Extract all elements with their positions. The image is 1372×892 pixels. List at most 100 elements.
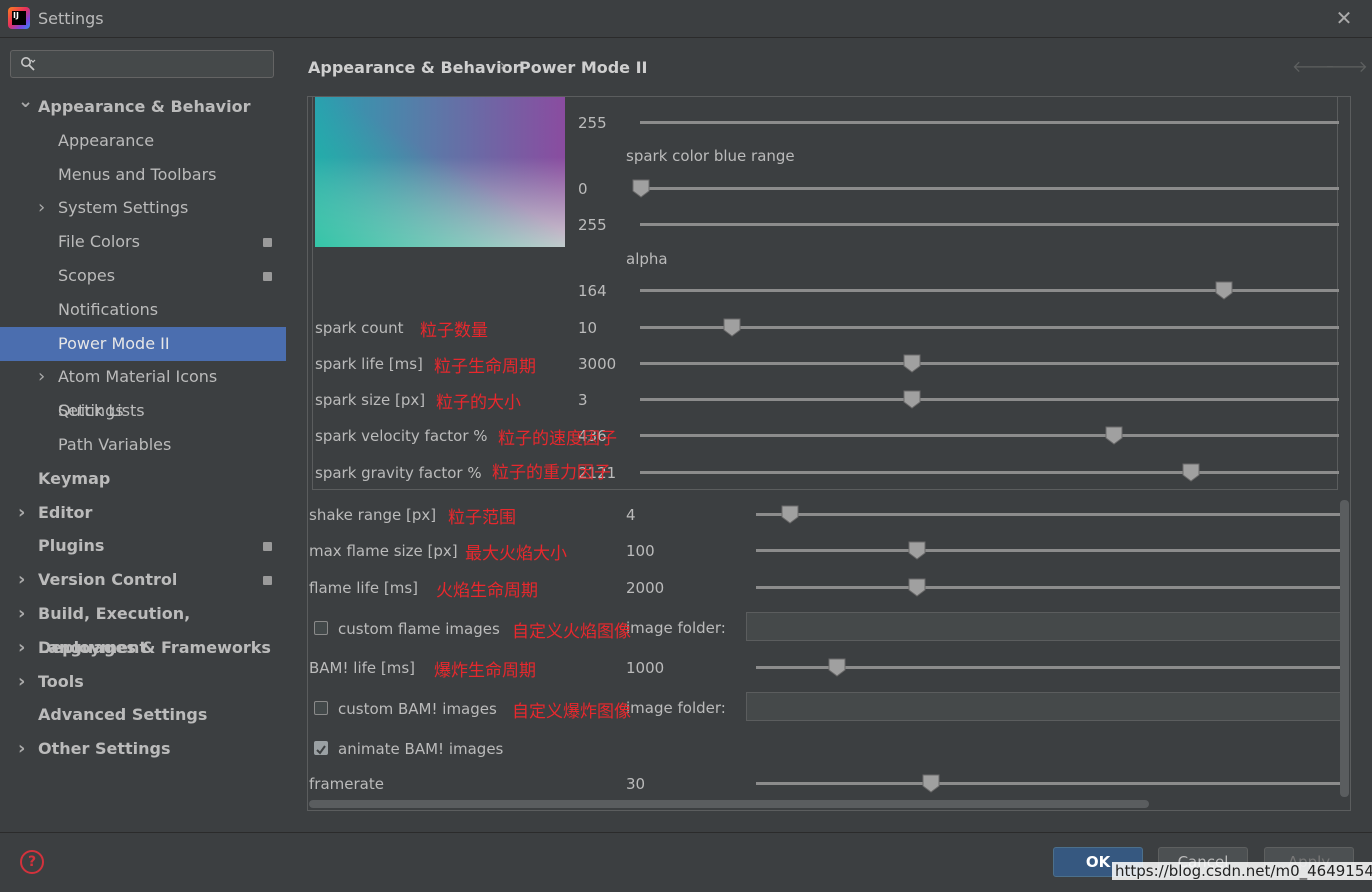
chevron-right-icon[interactable]: › [18, 631, 25, 665]
framerate-slider-thumb[interactable] [922, 774, 940, 793]
horizontal-scrollbar[interactable] [309, 800, 1149, 808]
spark-life-note: 粒子生命周期 [434, 357, 536, 377]
bam-folder-field[interactable] [746, 692, 1342, 721]
chevron-down-icon[interactable]: ⌄ [18, 85, 33, 119]
intellij-logo-icon: IJ [8, 7, 30, 29]
bam-folder-label: image folder: [626, 699, 726, 717]
chevron-right-icon[interactable]: › [18, 665, 25, 699]
spark-life-value: 3000 [578, 355, 617, 373]
flame-life-slider-track[interactable] [756, 586, 1340, 589]
project-badge-icon [263, 238, 272, 247]
sidebar-item-label: Scopes [58, 266, 116, 285]
flame-life-label: flame life [ms] [309, 579, 418, 597]
shake-range-slider-thumb[interactable] [781, 505, 799, 524]
spark-size-slider-thumb[interactable] [903, 390, 921, 409]
custom-flame-note: 自定义火焰图像 [512, 622, 631, 642]
bam-life-label: BAM! life [ms] [309, 659, 416, 677]
chevron-right-icon[interactable]: › [18, 563, 25, 597]
alpha-slider-track[interactable] [640, 289, 1339, 292]
green-max-value: 255 [578, 114, 607, 132]
sidebar-item-path-variables[interactable]: Path Variables [0, 428, 286, 462]
sidebar-item-editor[interactable]: › Editor [0, 496, 286, 530]
checkmark-icon [316, 745, 326, 755]
spark-velocity-slider-thumb[interactable] [1105, 426, 1123, 445]
vertical-scrollbar[interactable] [1340, 500, 1349, 797]
sidebar-item-notifications[interactable]: Notifications [0, 293, 286, 327]
blue-max-slider-track[interactable] [640, 223, 1339, 226]
spark-gravity-slider-track[interactable] [640, 471, 1339, 474]
sidebar-item-atom-material-icons-settings[interactable]: › Atom Material Icons Settings [0, 360, 286, 420]
sidebar-item-label: Quick Lists [58, 401, 145, 420]
spark-life-slider-track[interactable] [640, 362, 1339, 365]
blue-min-slider-track[interactable] [640, 187, 1339, 190]
sidebar-item-label: Power Mode II [58, 334, 170, 353]
spark-size-value: 3 [578, 391, 588, 409]
sidebar-item-other-settings[interactable]: › Other Settings [0, 732, 286, 766]
spark-gravity-slider-thumb[interactable] [1182, 463, 1200, 482]
flame-folder-field[interactable] [746, 612, 1342, 641]
sidebar-item-scopes[interactable]: Scopes [0, 259, 286, 293]
sidebar-item-advanced-settings[interactable]: Advanced Settings [0, 698, 286, 732]
sidebar-item-quick-lists[interactable]: Quick Lists [0, 394, 286, 428]
spark-size-slider-track[interactable] [640, 398, 1339, 401]
color-preview-swatch [315, 97, 565, 247]
help-icon[interactable]: ? [20, 850, 44, 874]
max-flame-size-slider-track[interactable] [756, 549, 1340, 552]
sidebar-item-plugins[interactable]: Plugins [0, 529, 286, 563]
sidebar-item-label: Languages & Frameworks [38, 638, 271, 657]
framerate-slider-track[interactable] [756, 782, 1340, 785]
custom-bam-label[interactable]: custom BAM! images [338, 700, 497, 718]
sidebar-item-label: Path Variables [58, 435, 172, 454]
animate-bam-label[interactable]: animate BAM! images [338, 740, 503, 758]
chevron-right-icon[interactable]: › [18, 732, 25, 766]
flame-life-slider-thumb[interactable] [908, 578, 926, 597]
framerate-value: 30 [626, 775, 646, 793]
forward-arrow-icon[interactable]: 🡒 [1325, 56, 1368, 76]
sidebar-item-system-settings[interactable]: › System Settings [0, 191, 286, 225]
sidebar-item-version-control[interactable]: › Version Control [0, 563, 286, 597]
sidebar-item-menus-and-toolbars[interactable]: Menus and Toolbars [0, 158, 286, 192]
spark-gravity-label: spark gravity factor % [315, 464, 482, 482]
sidebar-item-file-colors[interactable]: File Colors [0, 225, 286, 259]
logo-text: IJ [12, 11, 26, 25]
spark-velocity-slider-track[interactable] [640, 434, 1339, 437]
max-flame-size-slider-thumb[interactable] [908, 541, 926, 560]
sidebar-item-label: Advanced Settings [38, 705, 208, 724]
sidebar-item-languages-frameworks[interactable]: › Languages & Frameworks [0, 631, 286, 665]
spark-count-value: 10 [578, 319, 598, 337]
custom-bam-checkbox[interactable] [314, 701, 328, 715]
close-icon[interactable]: ✕ [1332, 6, 1356, 30]
alpha-slider-thumb[interactable] [1215, 281, 1233, 300]
spark-count-slider-track[interactable] [640, 326, 1339, 329]
chevron-right-icon[interactable]: › [18, 496, 25, 530]
search-icon [21, 57, 36, 71]
sidebar-item-power-mode-ii[interactable]: Power Mode II [0, 327, 286, 361]
sidebar-item-tools[interactable]: › Tools [0, 665, 286, 699]
bam-life-slider-thumb[interactable] [828, 658, 846, 677]
blue-min-slider-thumb[interactable] [632, 179, 650, 198]
spark-life-slider-thumb[interactable] [903, 354, 921, 373]
shake-range-slider-track[interactable] [756, 513, 1340, 516]
shake-range-value: 4 [626, 506, 636, 524]
animate-bam-checkbox[interactable] [314, 741, 328, 755]
spark-count-label: spark count [315, 319, 404, 337]
custom-flame-checkbox[interactable] [314, 621, 328, 635]
custom-flame-label[interactable]: custom flame images [338, 620, 500, 638]
alpha-value: 164 [578, 282, 607, 300]
spark-count-slider-thumb[interactable] [723, 318, 741, 337]
sidebar-item-label: Editor [38, 503, 93, 522]
sidebar-item-build-execution-deployment[interactable]: › Build, Execution, Deployment [0, 597, 286, 657]
chevron-right-icon[interactable]: › [18, 597, 25, 631]
chevron-right-icon[interactable]: › [38, 191, 45, 225]
breadcrumb-parent[interactable]: Appearance & Behavior [308, 58, 520, 77]
sidebar-item-appearance-behavior[interactable]: ⌄ Appearance & Behavior [0, 90, 286, 124]
blue-max-value: 255 [578, 216, 607, 234]
sidebar-item-keymap[interactable]: Keymap [0, 462, 286, 496]
search-input[interactable] [10, 50, 274, 78]
sidebar-item-label: File Colors [58, 232, 140, 251]
sidebar-item-appearance[interactable]: Appearance [0, 124, 286, 158]
max-flame-size-note: 最大火焰大小 [465, 544, 567, 564]
flame-folder-label: image folder: [626, 619, 726, 637]
chevron-right-icon[interactable]: › [38, 360, 45, 394]
green-max-slider-track[interactable] [640, 121, 1339, 124]
